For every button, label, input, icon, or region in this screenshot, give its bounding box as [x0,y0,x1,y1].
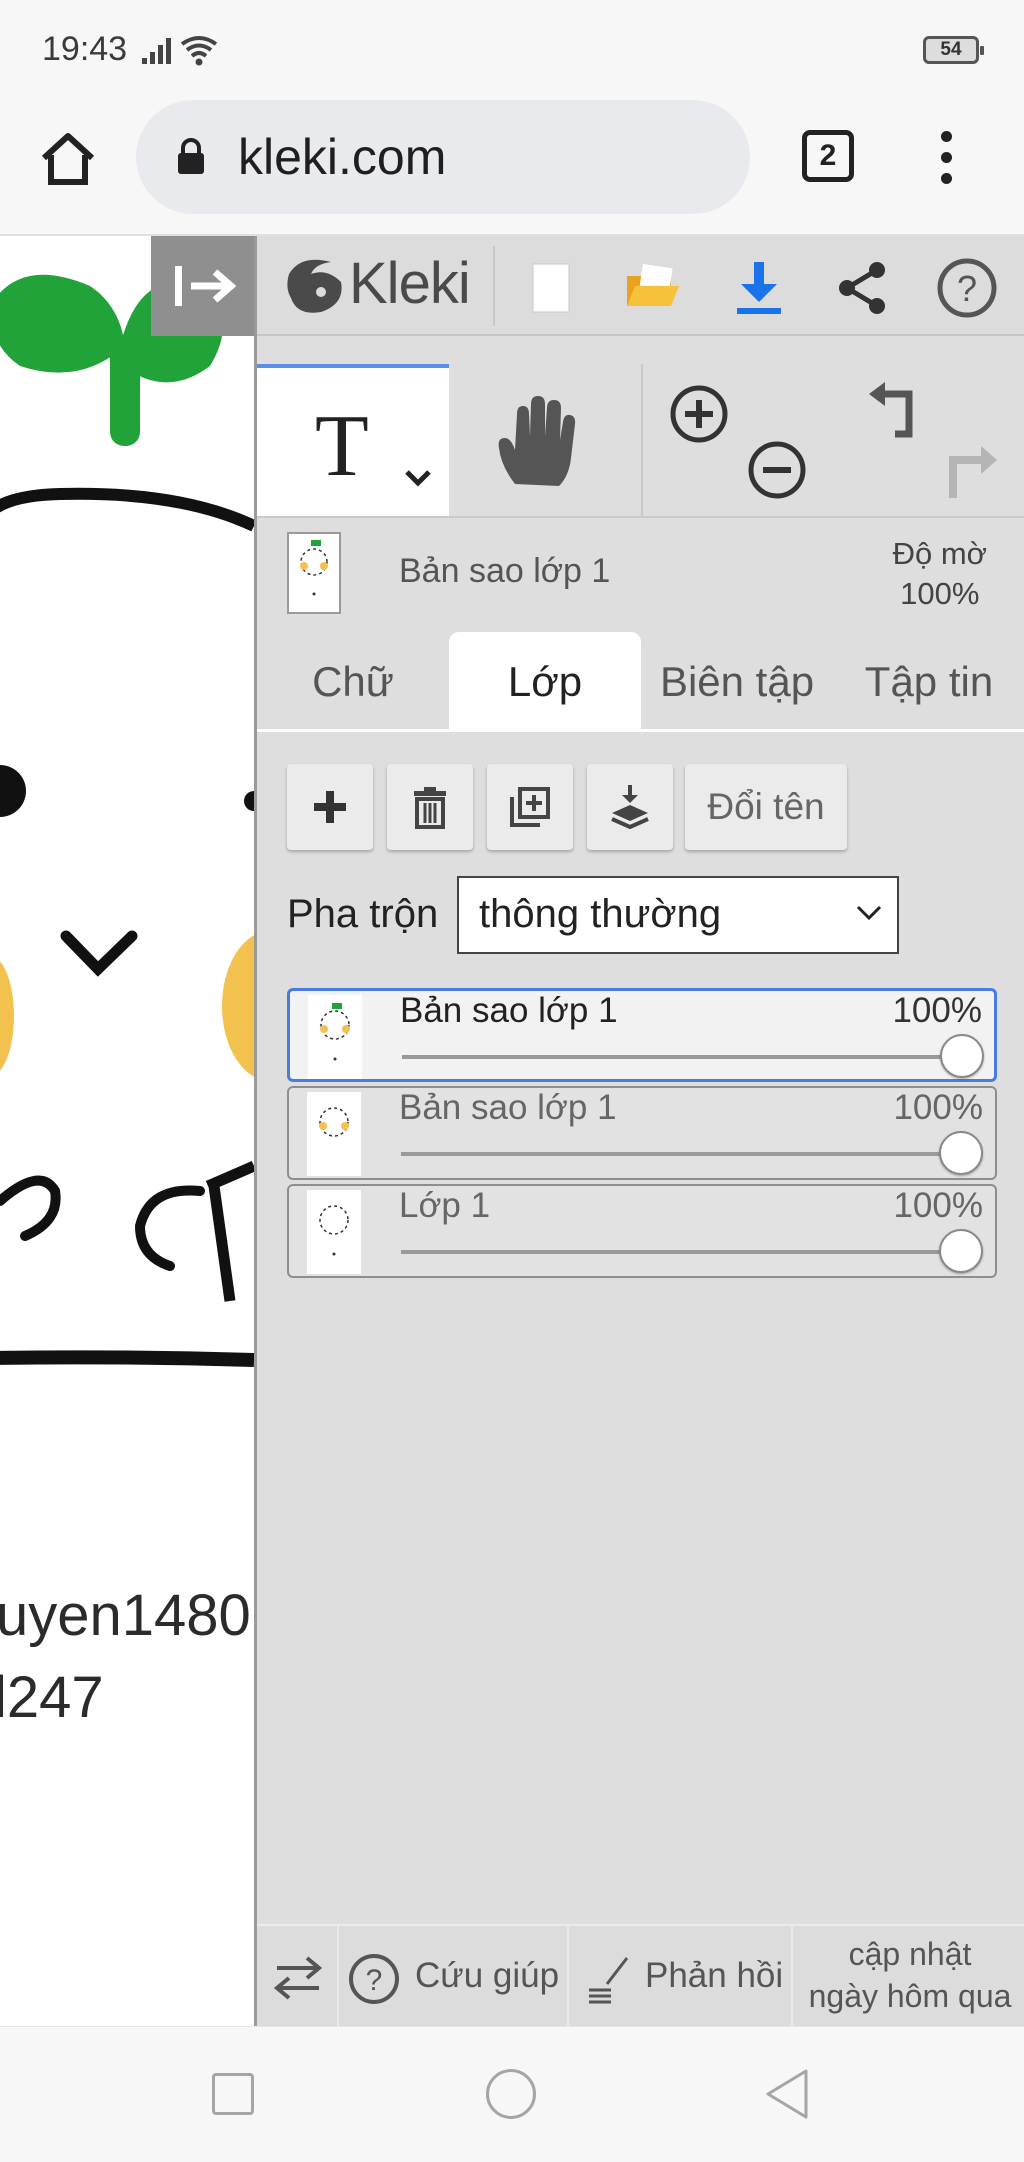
panel-tabs: Chữ Lớp Biên tập Tập tin [257,632,1024,732]
swap-side-button[interactable] [257,1926,339,2028]
feedback-button[interactable]: Phản hồi [569,1926,793,2028]
kleki-logo-icon[interactable] [281,254,351,318]
address-bar[interactable]: kleki.com [136,100,750,214]
update-line2: ngày hôm qua [808,1978,1012,2014]
new-image-icon[interactable] [519,256,583,320]
browser-menu-icon[interactable] [926,128,966,188]
screen: 19:43 54 kleki.com 2 uyen1480 l247 Kleki… [0,0,1024,2162]
open-folder-icon[interactable] [621,256,685,320]
battery-indicator: 54 [923,36,984,64]
tool-panel: Kleki ? T Bản sao lớp 1 Độ mờ 100% Chữ L… [254,236,1024,2028]
layer-item[interactable]: Bản sao lớp 1 100% [287,988,997,1082]
merge-layer-button[interactable] [587,764,673,850]
layer-thumbnail [307,1092,361,1176]
undo-icon[interactable] [865,380,929,444]
delete-layer-button[interactable] [387,764,473,850]
update-info[interactable]: cập nhật ngày hôm qua [793,1926,1024,2028]
blend-mode-label: Pha trộn [287,892,439,936]
status-time: 19:43 [42,30,128,68]
tab-text[interactable]: Chữ [257,632,449,732]
home-circle-icon[interactable] [486,2069,536,2119]
divider [641,364,643,516]
browser-toolbar: kleki.com 2 [0,90,1024,236]
panel-footer: ? Cứu giúp Phản hồi cập nhật ngày hôm qu… [257,1924,1024,2028]
drawing-canvas[interactable]: uyen1480 l247 [0,236,254,2026]
rename-layer-button[interactable]: Đổi tên [685,764,847,850]
layer-name: Bản sao lớp 1 [400,991,618,1030]
feedback-label: Phản hồi [645,1956,784,1995]
canvas-text-line1: uyen1480 [0,1583,251,1648]
layer-item[interactable]: Lớp 1 100% [287,1184,997,1278]
trash-icon [414,787,446,829]
status-bar: 19:43 54 [0,0,1024,90]
download-icon[interactable] [727,256,791,320]
help-icon[interactable]: ? [935,256,999,320]
help-icon: ? [349,1954,399,2004]
feedback-pen-icon [589,1957,629,2004]
plus-icon [314,791,346,823]
chevron-down-icon [856,905,882,921]
tab-file[interactable]: Tập tin [833,632,1024,732]
recents-icon[interactable] [212,2073,254,2115]
duplicate-icon [510,787,550,827]
system-nav-bar [0,2026,1024,2162]
current-layer-opacity: Độ mờ 100% [893,534,987,614]
zoom-in-icon[interactable] [669,384,729,444]
layer-name: Lớp 1 [399,1186,491,1225]
layer-opacity-slider[interactable] [401,1229,983,1273]
app-logo-text: Kleki [349,251,471,316]
help-label: Cứu giúp [415,1956,560,1995]
layer-name: Bản sao lớp 1 [399,1088,617,1127]
redo-icon[interactable] [939,440,1003,504]
merge-down-icon [611,785,649,829]
zoom-out-icon[interactable] [747,440,807,500]
hand-tool-icon[interactable] [493,396,579,490]
current-layer-name: Bản sao lớp 1 [399,552,611,590]
opacity-label: Độ mờ [892,536,987,571]
layer-opacity: 100% [892,991,982,1030]
layer-opacity: 100% [893,1186,983,1225]
canvas-text-line2: l247 [0,1665,104,1730]
svg-text:?: ? [957,268,977,309]
slider-handle[interactable] [940,1034,984,1078]
add-layer-button[interactable] [287,764,373,850]
back-icon[interactable] [764,2067,810,2121]
layer-thumbnail [307,1190,361,1274]
tab-layers[interactable]: Lớp [449,632,641,732]
swap-arrows-icon [273,1956,323,2000]
url-text: kleki.com [238,129,447,185]
update-line1: cập nhật [848,1936,972,1972]
slider-handle[interactable] [939,1131,983,1175]
layer-item[interactable]: Bản sao lớp 1 100% [287,1086,997,1180]
home-icon[interactable] [38,128,98,188]
layer-thumbnail [308,995,362,1079]
canvas-drawing [0,274,254,1367]
current-layer-info: Bản sao lớp 1 Độ mờ 100% [257,516,1024,626]
duplicate-layer-button[interactable] [487,764,573,850]
blend-mode-select[interactable]: thông thường [457,876,899,954]
tab-edit[interactable]: Biên tập [641,632,833,732]
tool-row: T [257,364,1024,516]
panel-header: Kleki ? [257,236,1024,336]
slider-handle[interactable] [939,1229,983,1273]
text-tool-icon: T [315,398,369,495]
current-layer-thumbnail [287,532,341,614]
chevron-down-icon[interactable] [403,468,433,488]
text-tool-button[interactable]: T [257,364,449,516]
collapse-panel-button[interactable] [151,236,254,336]
signal-wifi-icon [142,36,218,66]
layer-opacity-slider[interactable] [401,1131,983,1175]
share-icon[interactable] [831,256,895,320]
lock-icon [178,138,204,174]
svg-text:?: ? [366,1964,383,1997]
collapse-arrow-icon [175,266,237,306]
divider [493,246,495,326]
layer-opacity: 100% [893,1088,983,1127]
layer-opacity-slider[interactable] [402,1034,984,1078]
help-button[interactable]: ? Cứu giúp [339,1926,569,2028]
opacity-value: 100% [900,576,980,611]
tab-switcher-button[interactable]: 2 [802,130,854,182]
blend-mode-value: thông thường [479,892,722,936]
